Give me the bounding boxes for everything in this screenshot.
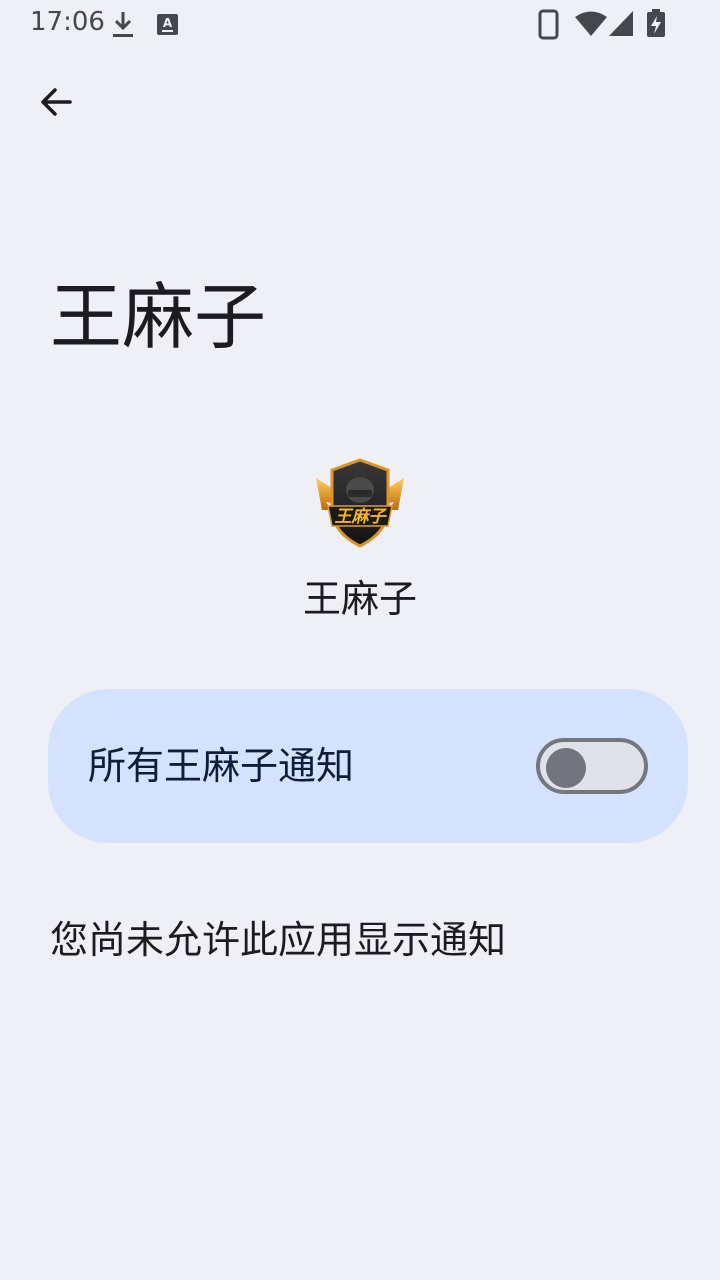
keyboard-a-icon: A [156,8,180,44]
app-name: 王麻子 [302,577,417,621]
notifications-disabled-notice: 您尚未允许此应用显示通知 [50,918,507,962]
app-logo-icon: 王麻子 [312,456,408,552]
svg-text:王麻子: 王麻子 [335,507,388,527]
back-button[interactable] [26,74,86,134]
download-icon [110,8,136,44]
arrow-back-icon [38,84,74,124]
wifi-icon [574,8,608,44]
status-time: 17:06 [30,7,105,37]
status-bar: 17:06 A [0,0,720,48]
battery-charging-icon [646,8,666,44]
svg-text:A: A [163,16,173,30]
all-notifications-toggle-row[interactable]: 所有王麻子通知 [48,689,688,843]
phone-icon [538,8,560,44]
page-title: 王麻子 [50,275,267,359]
notifications-switch[interactable] [536,738,648,794]
switch-thumb [546,748,586,788]
signal-icon [608,8,636,44]
toggle-label: 所有王麻子通知 [88,744,355,788]
